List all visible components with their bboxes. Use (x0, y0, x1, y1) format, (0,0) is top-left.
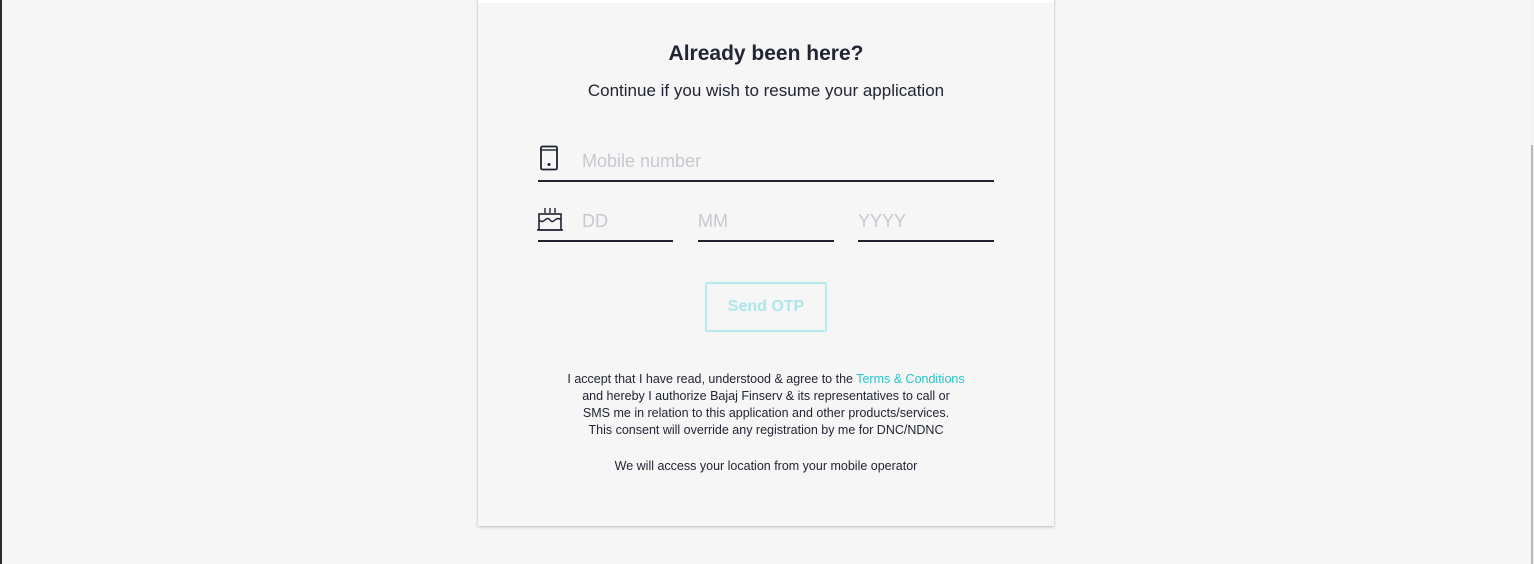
form-title: Already been here? (668, 42, 864, 65)
page-scrollbar[interactable] (1530, 0, 1534, 564)
dob-month-input[interactable] (698, 202, 834, 242)
mobile-phone-icon (540, 145, 558, 171)
terms-conditions-link[interactable]: Terms & Conditions (856, 372, 964, 386)
birthday-cake-icon (537, 208, 563, 231)
form-subtitle: Continue if you wish to resume your appl… (587, 81, 945, 100)
window-left-border (0, 0, 2, 564)
consent-line-1: I accept that I have read, understood & … (538, 371, 994, 388)
dob-year-input[interactable] (858, 202, 994, 242)
card-top-strip (478, 0, 1054, 3)
mobile-number-input[interactable] (538, 142, 994, 182)
consent-line-2: and hereby I authorize Bajaj Finserv & i… (582, 389, 950, 403)
resume-application-card: Already been here? Continue if you wish … (478, 0, 1054, 526)
location-note: We will access your location from your m… (614, 459, 918, 473)
consent-text: I accept that I have read, understood & … (538, 371, 994, 439)
send-otp-button[interactable]: Send OTP (705, 282, 827, 332)
consent-line-3: SMS me in relation to this application a… (582, 406, 950, 420)
scrollbar-thumb[interactable] (1531, 145, 1533, 564)
consent-prefix: I accept that I have read, understood & … (567, 372, 857, 386)
consent-line-4: This consent will override any registrat… (588, 423, 944, 437)
